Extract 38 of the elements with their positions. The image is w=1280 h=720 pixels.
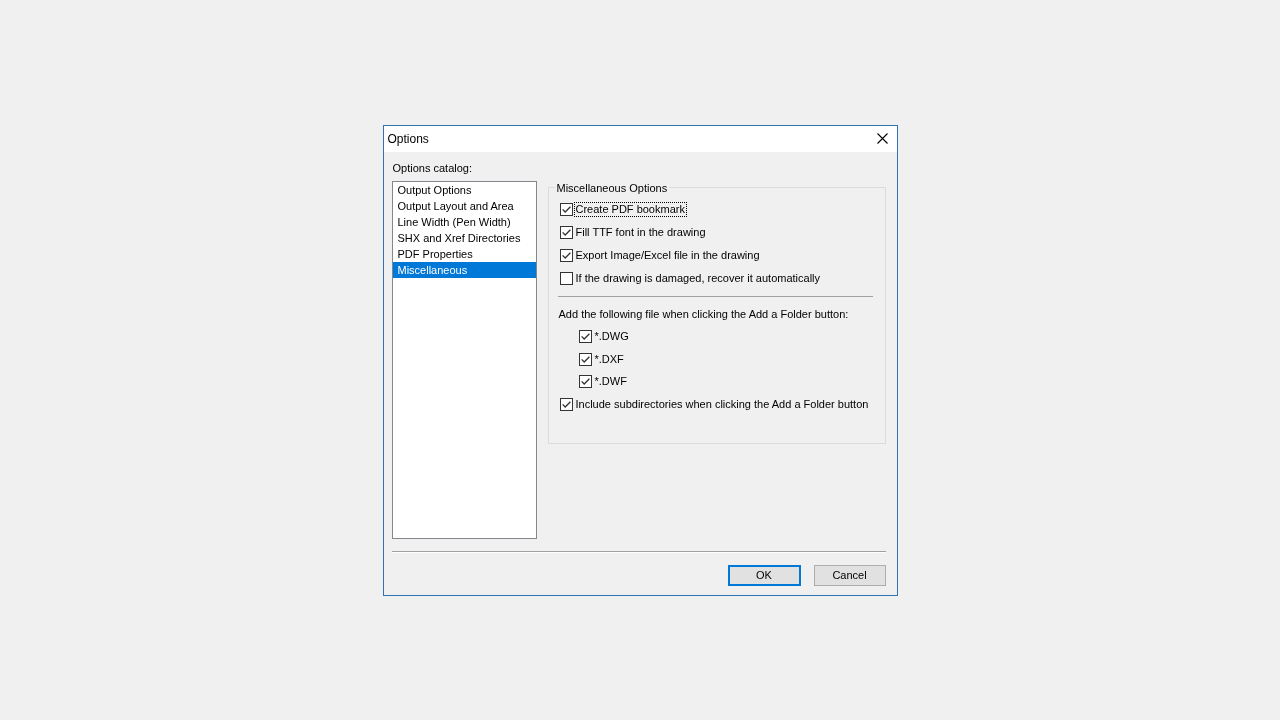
checkmark-icon bbox=[561, 251, 571, 259]
dialog-button[interactable]: Cancel bbox=[813, 564, 886, 586]
checkbox-label: *.DXF bbox=[593, 352, 625, 366]
list-item[interactable]: Miscellaneous bbox=[392, 261, 536, 278]
checkbox-label: *.DWG bbox=[593, 330, 630, 344]
checkbox[interactable] bbox=[559, 271, 573, 285]
list-item[interactable]: Output Layout and Area bbox=[392, 197, 536, 214]
checkbox[interactable] bbox=[559, 397, 573, 411]
checkbox[interactable] bbox=[559, 248, 573, 262]
list-item[interactable]: PDF Properties bbox=[392, 245, 536, 262]
list-item[interactable]: Output Options bbox=[392, 181, 536, 198]
dialog-button[interactable]: OK bbox=[727, 564, 801, 586]
close-icon bbox=[877, 133, 888, 144]
checkbox[interactable] bbox=[578, 330, 592, 344]
checkmark-icon bbox=[561, 400, 571, 408]
list-box[interactable]: Output Options Output Layout and Area Line Width (Pen Width) SHX and Xref Directories PDF Properties Miscellaneous bbox=[391, 180, 537, 539]
checkmark-icon bbox=[580, 378, 590, 386]
checkbox-label: Include subdirectories when clicking the Add a Folder button bbox=[574, 397, 870, 411]
checkbox-label: If the drawing is damaged, recover it automatically bbox=[574, 271, 822, 285]
checkbox[interactable] bbox=[578, 375, 592, 389]
group-title: Miscellaneous Options bbox=[555, 180, 669, 195]
window-title: Options bbox=[387, 131, 429, 146]
checkbox-label: Fill TTF font in the drawing bbox=[574, 225, 707, 239]
checkbox-label: *.DWF bbox=[593, 375, 628, 389]
list-item[interactable]: Line Width (Pen Width) bbox=[392, 213, 536, 230]
checkbox-label: Export Image/Excel file in the drawing bbox=[574, 248, 761, 262]
checkmark-icon bbox=[580, 333, 590, 341]
checkmark-icon bbox=[580, 355, 590, 363]
section-label: Add the following file when clicking the Add a Folder button: bbox=[558, 306, 850, 322]
list-item[interactable]: SHX and Xref Directories bbox=[392, 229, 536, 246]
checkbox[interactable] bbox=[559, 225, 573, 239]
checkmark-icon bbox=[561, 228, 571, 236]
catalog-label: Options catalog: bbox=[392, 160, 473, 175]
checkbox-label: Create PDF bookmark bbox=[574, 202, 686, 216]
checkmark-icon bbox=[561, 205, 571, 213]
close-button[interactable] bbox=[876, 132, 889, 145]
checkbox[interactable] bbox=[578, 352, 592, 366]
checkbox[interactable] bbox=[559, 202, 573, 216]
